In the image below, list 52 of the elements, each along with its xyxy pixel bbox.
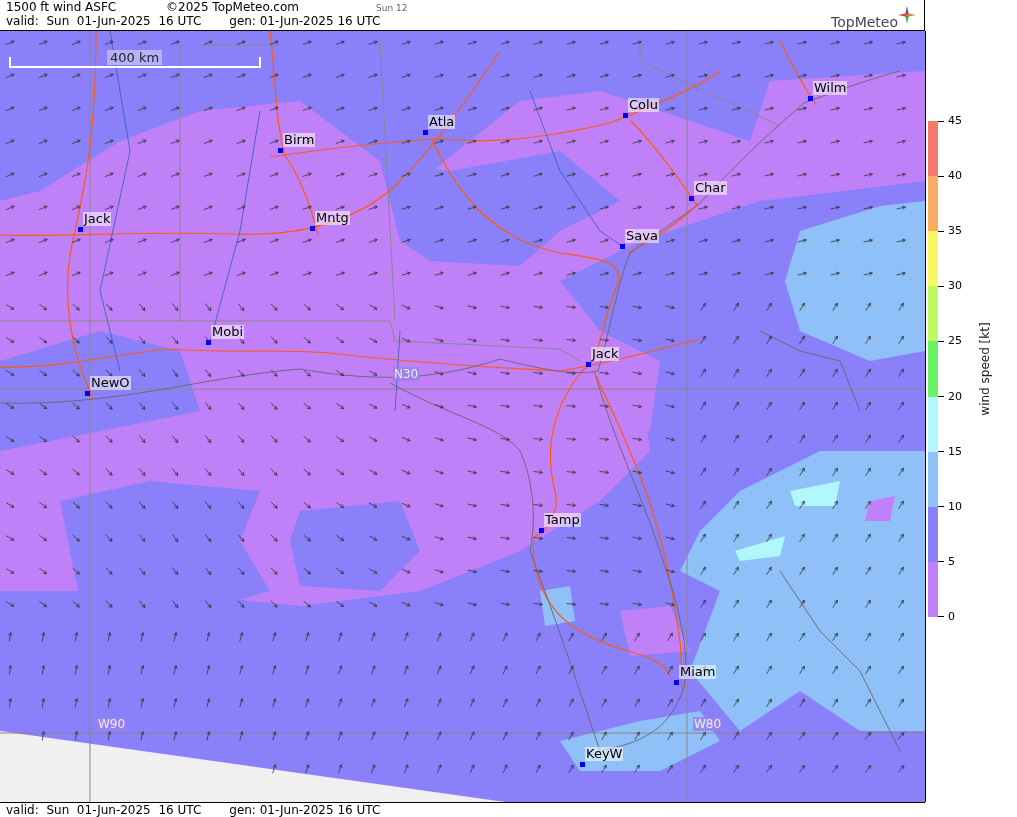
grid-label: W90 bbox=[97, 717, 127, 731]
city-marker-icon bbox=[423, 130, 428, 135]
city-marker-icon bbox=[206, 340, 211, 345]
city-marker-icon bbox=[539, 528, 544, 533]
city-marker-icon bbox=[278, 148, 283, 153]
generated-time: gen: 01-Jun-2025 16 UTC bbox=[229, 14, 381, 28]
city-label: Wilm bbox=[813, 81, 848, 95]
city-marker-icon bbox=[620, 244, 625, 249]
legend-tick-label: 25 bbox=[948, 334, 962, 349]
compass-star-icon bbox=[898, 6, 916, 24]
legend-tick-label: 35 bbox=[948, 224, 962, 239]
valid-time: valid: Sun 01-Jun-2025 16 UTC bbox=[6, 803, 202, 816]
valid-time: valid: Sun 01-Jun-2025 16 UTC bbox=[6, 14, 202, 28]
city-label: Colu bbox=[628, 98, 659, 112]
scale-label: 400 km bbox=[107, 50, 163, 65]
run-label: Sun 12 bbox=[376, 2, 408, 15]
city-label: NewO bbox=[90, 376, 131, 390]
city-label: KeyW bbox=[585, 747, 624, 761]
city-marker-icon bbox=[808, 96, 813, 101]
city-marker-icon bbox=[85, 391, 90, 396]
city-marker-icon bbox=[78, 227, 83, 232]
city-label: Jack bbox=[83, 212, 112, 226]
city-label: Jack bbox=[591, 347, 620, 361]
city-marker-icon bbox=[580, 762, 585, 767]
legend-tick-label: 5 bbox=[948, 554, 955, 569]
city-label: Birm bbox=[283, 133, 316, 147]
city-marker-icon bbox=[586, 362, 591, 367]
city-label: Sava bbox=[625, 229, 659, 243]
generated-time: gen: 01-Jun-2025 16 UTC bbox=[229, 803, 381, 816]
legend-tick-label: 10 bbox=[948, 499, 962, 514]
city-label: Mntg bbox=[315, 211, 350, 225]
city-marker-icon bbox=[674, 680, 679, 685]
legend-title: wind speed [kt] bbox=[978, 322, 992, 416]
city-label: Miam bbox=[679, 665, 717, 679]
logo-text: TopMeteo bbox=[831, 14, 898, 30]
legend-tick-label: 20 bbox=[948, 389, 962, 404]
legend-tick-label: 40 bbox=[948, 169, 962, 184]
copyright-text: ©2025 TopMeteo.com bbox=[166, 0, 300, 14]
city-label: Mobi bbox=[211, 325, 245, 339]
legend-tick-label: 0 bbox=[948, 610, 955, 624]
legend-tick-label: 30 bbox=[948, 279, 962, 294]
city-marker-icon bbox=[689, 196, 694, 201]
grid-label: N30 bbox=[393, 367, 420, 381]
city-marker-icon bbox=[310, 226, 315, 231]
city-label: Tamp bbox=[544, 513, 581, 527]
chart-title: 1500 ft wind ASFC bbox=[6, 0, 118, 14]
legend-tick-label: 15 bbox=[948, 444, 962, 459]
city-label: Char bbox=[694, 181, 727, 195]
city-label: Atla bbox=[428, 115, 456, 129]
legend-tick-label: 45 bbox=[948, 114, 962, 128]
city-marker-icon bbox=[623, 113, 628, 118]
grid-label: W80 bbox=[693, 717, 723, 731]
